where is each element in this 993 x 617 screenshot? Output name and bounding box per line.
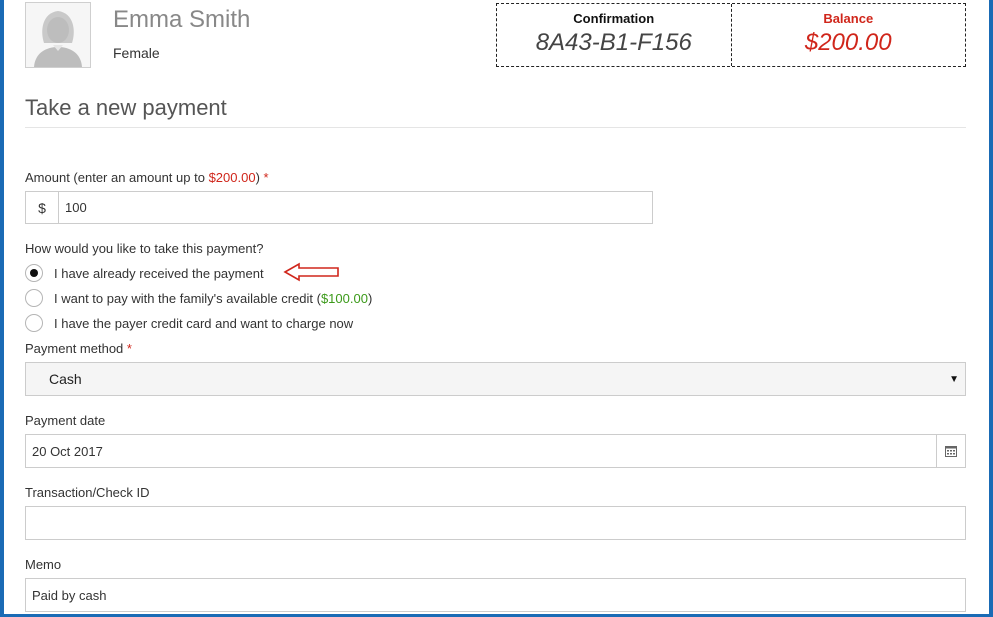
person-name: Emma Smith	[113, 6, 251, 33]
balance-amount: $200.00	[804, 29, 892, 56]
title-divider	[25, 127, 966, 128]
payment-method-label: Payment method *	[25, 341, 132, 356]
payment-option-family-credit[interactable]: I want to pay with the family's availabl…	[25, 288, 372, 308]
person-gender: Female	[113, 45, 160, 61]
booking-summary: Confirmation 8A43-B1-F156 Balance $200.0…	[496, 3, 966, 67]
calendar-icon	[945, 446, 957, 457]
required-mark: *	[263, 170, 269, 185]
window-frame-left	[0, 0, 4, 617]
payment-date-input[interactable]	[26, 435, 936, 467]
page-title: Take a new payment	[25, 95, 227, 120]
dropdown-caret-icon: ▼	[949, 373, 959, 385]
amount-label-prefix: Amount (enter an amount up to	[25, 170, 209, 185]
confirmation-label: Confirmation	[573, 11, 655, 26]
amount-label: Amount (enter an amount up to $200.00) *	[25, 170, 269, 185]
amount-label-suffix: )	[255, 170, 260, 185]
required-mark: *	[126, 341, 132, 356]
payment-option-credit-card[interactable]: I have the payer credit card and want to…	[25, 313, 353, 333]
calendar-button[interactable]	[936, 435, 965, 467]
amount-input-group: $	[25, 191, 653, 224]
payment-option-received-label: I have already received the payment	[54, 265, 264, 281]
annotation-arrow-icon	[283, 262, 339, 282]
amount-input[interactable]	[59, 192, 652, 223]
female-avatar-icon	[34, 11, 82, 67]
currency-addon: $	[26, 192, 59, 223]
family-credit-label-suffix: )	[367, 290, 373, 306]
payment-option-family-credit-label: I want to pay with the family's availabl…	[54, 291, 372, 306]
payment-date-label: Payment date	[25, 413, 106, 428]
confirmation-number: 8A43-B1-F156	[535, 29, 692, 56]
memo-input[interactable]	[25, 578, 966, 612]
radio-received[interactable]	[25, 264, 43, 282]
payment-date-group	[25, 434, 966, 468]
memo-label: Memo	[25, 557, 62, 572]
payment-question-label: How would you like to take this payment?	[25, 241, 264, 256]
amount-limit: $200.00	[208, 170, 256, 185]
avatar	[25, 2, 91, 68]
payment-method-label-text: Payment method	[25, 341, 124, 356]
payment-option-received[interactable]: I have already received the payment	[25, 263, 264, 283]
confirmation-panel: Confirmation 8A43-B1-F156	[497, 4, 731, 66]
radio-family-credit[interactable]	[25, 289, 43, 307]
transaction-id-input[interactable]	[25, 506, 966, 540]
balance-label: Balance	[823, 11, 874, 26]
window-frame-right	[989, 0, 993, 617]
balance-panel: Balance $200.00	[730, 4, 966, 66]
available-credit-amount: $100.00	[320, 290, 368, 306]
payment-method-selected: Cash	[49, 371, 82, 387]
radio-credit-card[interactable]	[25, 314, 43, 332]
payment-method-select[interactable]: Cash ▼	[25, 362, 966, 396]
family-credit-label-prefix: I want to pay with the family's availabl…	[54, 290, 321, 306]
payment-option-credit-card-label: I have the payer credit card and want to…	[54, 315, 354, 331]
transaction-id-label: Transaction/Check ID	[25, 485, 150, 500]
